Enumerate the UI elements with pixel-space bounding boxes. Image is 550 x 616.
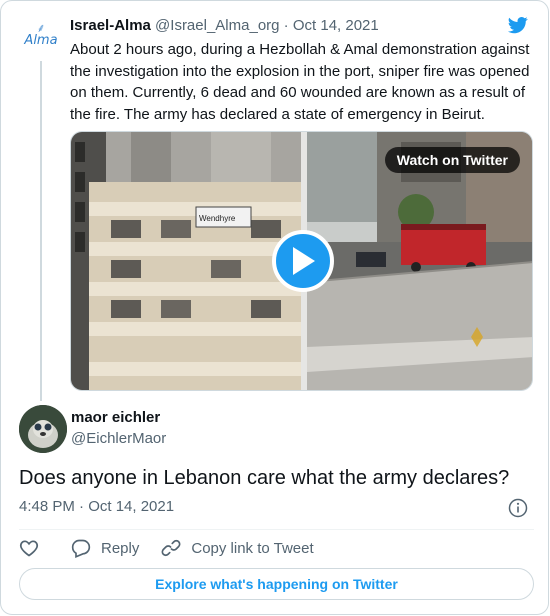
author-handle[interactable]: @EichlerMaor [71, 430, 166, 447]
like-button[interactable] [19, 538, 39, 558]
quoted-tweet-header: Israel-Alma @Israel_Alma_org · Oct 14, 2… [70, 16, 379, 36]
reply-icon [71, 539, 91, 558]
author-avatar[interactable] [19, 405, 67, 453]
author-name[interactable]: maor eichler [71, 409, 160, 426]
quoted-author-handle[interactable]: @Israel_Alma_org [155, 17, 279, 34]
quoted-tweet-text: About 2 hours ago, during a Hezbollah & … [70, 41, 530, 123]
reply-button[interactable]: Reply [71, 538, 139, 558]
divider [19, 529, 534, 530]
tweet-timestamp[interactable]: 4:48 PM · Oct 14, 2021 [19, 498, 174, 515]
building-sign-text: Wendhyre [199, 214, 236, 223]
watch-on-twitter-button[interactable]: Watch on Twitter [384, 147, 520, 173]
tweet-embed-card: ⸙ Alma Israel-Alma @Israel_Alma_org · Oc… [0, 0, 549, 615]
thread-line [40, 61, 42, 401]
copy-link-label: Copy link to Tweet [191, 539, 314, 557]
tweet-actions: Reply Copy link to Tweet [19, 538, 336, 558]
link-icon [161, 539, 181, 557]
reply-label: Reply [101, 539, 140, 557]
quoted-tweet-date[interactable]: Oct 14, 2021 [293, 17, 379, 34]
heart-icon [19, 540, 39, 557]
play-icon [293, 247, 315, 275]
quoted-author-name[interactable]: Israel-Alma [70, 17, 151, 34]
play-button[interactable] [272, 230, 334, 292]
alma-avatar-text: Alma [24, 33, 58, 48]
alma-avatar[interactable]: ⸙ Alma [21, 15, 61, 55]
avatar-image [19, 405, 67, 453]
copy-link-button[interactable]: Copy link to Tweet [161, 538, 314, 558]
twitter-bird-icon[interactable] [506, 15, 530, 35]
explore-twitter-button[interactable]: Explore what's happening on Twitter [19, 568, 534, 600]
tweet-text: Does anyone in Lebanon care what the arm… [19, 467, 510, 489]
info-icon[interactable] [508, 498, 528, 518]
header-separator: · [283, 17, 289, 34]
video-thumbnail[interactable]: Wendhyre Watch on Twitter [70, 131, 533, 391]
